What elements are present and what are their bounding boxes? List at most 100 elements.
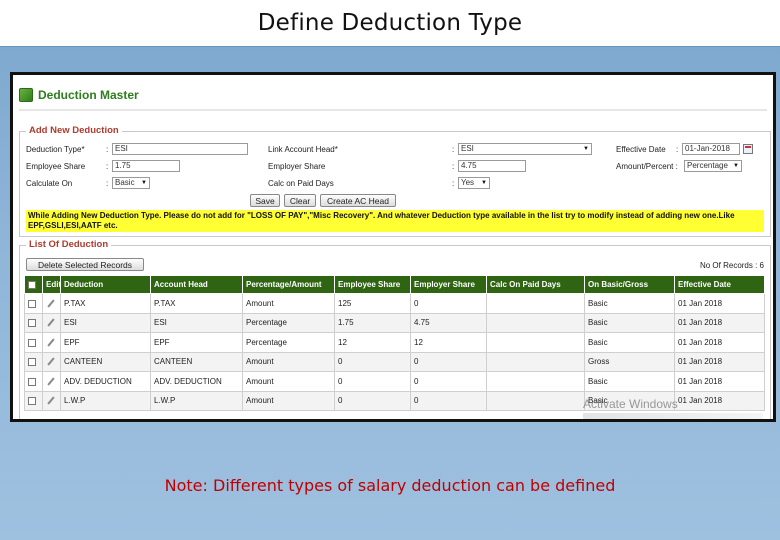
table-cell: EPF xyxy=(60,332,151,353)
colon: : xyxy=(452,179,455,188)
employer-share-label: Employer Share xyxy=(268,162,326,171)
colon: : xyxy=(452,145,455,154)
row-select-cell[interactable] xyxy=(24,390,43,411)
row-select-cell[interactable] xyxy=(24,312,43,333)
amount-percent-select[interactable]: Percentage ▼ xyxy=(684,160,742,172)
delete-selected-records-button[interactable]: Delete Selected Records xyxy=(26,258,144,271)
effective-date-label: Effective Date xyxy=(616,145,666,154)
screenshot-frame: Deduction Master Add New Deduction Deduc… xyxy=(10,72,776,422)
row-checkbox[interactable] xyxy=(28,358,36,367)
watermark-subtext xyxy=(583,413,763,419)
table-row: EPF EPF Percentage 12 12 Basic 01 Jan 2018 xyxy=(24,332,765,353)
edit-icon[interactable] xyxy=(46,357,55,366)
row-checkbox[interactable] xyxy=(28,397,36,406)
table-cell: Basic xyxy=(584,293,675,314)
table-cell: P.TAX xyxy=(60,293,151,314)
column-header: Account Head xyxy=(150,275,243,294)
column-header: Deduction xyxy=(60,275,151,294)
table-cell: ESI xyxy=(60,312,151,333)
table-row: ESI ESI Percentage 1.75 4.75 Basic 01 Jan 2018 xyxy=(24,312,765,333)
table-cell: Percentage xyxy=(242,312,335,333)
employer-share-input[interactable]: 4.75 xyxy=(458,160,526,172)
colon: : xyxy=(106,179,109,188)
colon: : xyxy=(106,145,109,154)
table-cell: Amount xyxy=(242,371,335,392)
table-cell xyxy=(486,312,585,333)
calc-on-paid-days-select[interactable]: Yes ▼ xyxy=(458,177,490,189)
amount-percent-label: Amount/Percent : xyxy=(616,162,678,171)
calc-on-paid-days-value: Yes xyxy=(461,178,475,187)
slide-title: Define Deduction Type xyxy=(257,10,523,36)
table-cell: 0 xyxy=(410,293,487,314)
column-header-select[interactable] xyxy=(24,275,43,294)
table-cell: 12 xyxy=(410,332,487,353)
employee-share-label: Employee Share xyxy=(26,162,86,171)
row-edit-cell[interactable] xyxy=(42,351,61,372)
row-checkbox[interactable] xyxy=(28,338,36,347)
table-cell: Amount xyxy=(242,390,335,411)
amount-percent-value: Percentage xyxy=(687,161,728,170)
link-account-head-value: ESI xyxy=(461,144,474,153)
column-header: Employee Share xyxy=(334,275,411,294)
effective-date-input[interactable]: 01-Jan-2018 xyxy=(682,143,740,155)
column-header: Percentage/Amount xyxy=(242,275,335,294)
edit-icon[interactable] xyxy=(46,338,55,347)
row-edit-cell[interactable] xyxy=(42,293,61,314)
table-cell: 0 xyxy=(334,351,411,372)
table-cell xyxy=(486,293,585,314)
row-checkbox[interactable] xyxy=(28,377,36,386)
table-cell: 01 Jan 2018 xyxy=(674,332,765,353)
table-cell: ADV. DEDUCTION xyxy=(150,371,243,392)
calendar-icon[interactable] xyxy=(743,144,753,154)
row-checkbox[interactable] xyxy=(28,299,36,308)
table-cell: 01 Jan 2018 xyxy=(674,312,765,333)
select-all-checkbox[interactable] xyxy=(28,280,36,289)
employee-share-input[interactable]: 1.75 xyxy=(112,160,180,172)
colon: : xyxy=(452,162,455,171)
create-ac-head-button[interactable]: Create AC Head xyxy=(320,194,396,207)
edit-icon[interactable] xyxy=(46,377,55,386)
table-cell: Percentage xyxy=(242,332,335,353)
table-cell xyxy=(486,371,585,392)
table-cell: ESI xyxy=(150,312,243,333)
table-cell: 125 xyxy=(334,293,411,314)
table-cell: 01 Jan 2018 xyxy=(674,351,765,372)
column-header: Edit xyxy=(42,275,61,294)
table-cell: 4.75 xyxy=(410,312,487,333)
slide-title-bar: Define Deduction Type xyxy=(0,0,780,46)
add-new-deduction-group: Add New Deduction Deduction Type* : ESI … xyxy=(19,125,771,237)
edit-icon[interactable] xyxy=(46,396,55,405)
records-count: No Of Records : 6 xyxy=(699,261,764,270)
activate-windows-watermark: Activate Windows xyxy=(583,397,678,411)
row-edit-cell[interactable] xyxy=(42,371,61,392)
deduction-type-input[interactable]: ESI xyxy=(112,143,248,155)
header-divider xyxy=(19,109,767,111)
table-cell xyxy=(486,351,585,372)
deduction-type-label: Deduction Type* xyxy=(26,145,85,154)
row-select-cell[interactable] xyxy=(24,293,43,314)
row-edit-cell[interactable] xyxy=(42,332,61,353)
list-of-deduction-group: List Of Deduction Delete Selected Record… xyxy=(19,239,771,419)
chevron-down-icon: ▼ xyxy=(733,163,739,169)
row-select-cell[interactable] xyxy=(24,371,43,392)
edit-icon[interactable] xyxy=(46,299,55,308)
row-checkbox[interactable] xyxy=(28,319,36,328)
table-cell: 0 xyxy=(410,351,487,372)
add-new-deduction-legend: Add New Deduction xyxy=(26,125,122,136)
row-select-cell[interactable] xyxy=(24,351,43,372)
calc-on-paid-days-label: Calc on Paid Days xyxy=(268,179,334,188)
link-account-head-select[interactable]: ESI ▼ xyxy=(458,143,592,155)
table-cell: Basic xyxy=(584,332,675,353)
save-button[interactable]: Save xyxy=(250,194,280,207)
table-cell: 1.75 xyxy=(334,312,411,333)
row-edit-cell[interactable] xyxy=(42,390,61,411)
table-cell: Basic xyxy=(584,312,675,333)
calculate-on-select[interactable]: Basic ▼ xyxy=(112,177,150,189)
edit-icon[interactable] xyxy=(46,318,55,327)
table-cell xyxy=(486,332,585,353)
row-select-cell[interactable] xyxy=(24,332,43,353)
clear-button[interactable]: Clear xyxy=(284,194,316,207)
calculate-on-value: Basic xyxy=(115,178,135,187)
row-edit-cell[interactable] xyxy=(42,312,61,333)
list-of-deduction-legend: List Of Deduction xyxy=(26,239,112,250)
